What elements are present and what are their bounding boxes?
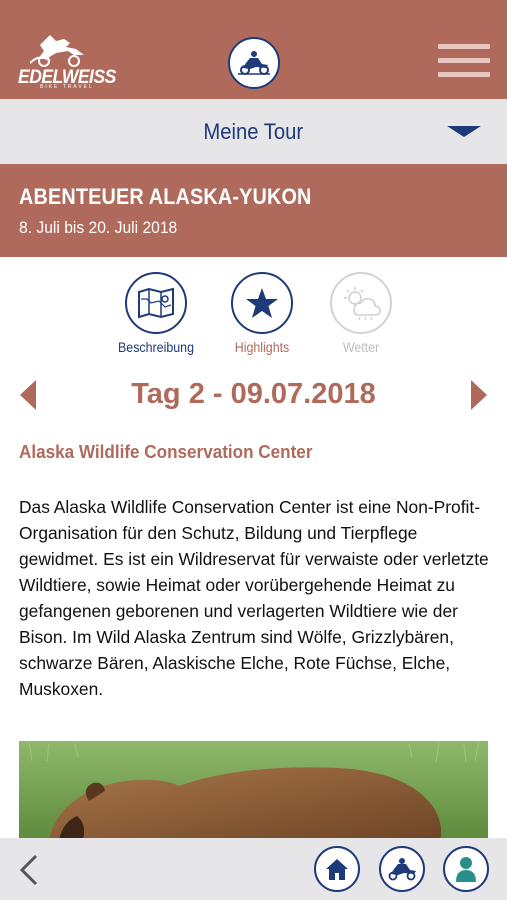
app-header: EDELWEISS BIKE TRAVEL	[0, 0, 507, 99]
motorcycle-rider-icon[interactable]	[228, 37, 280, 89]
next-day-arrow-icon[interactable]	[471, 380, 487, 410]
hamburger-menu-icon[interactable]	[438, 44, 490, 80]
highlight-photo	[19, 741, 488, 840]
highlight-title: Alaska Wildlife Conservation Center	[19, 442, 313, 462]
tab-wetter[interactable]: Wetter	[311, 272, 411, 355]
tab-beschreibung[interactable]: Beschreibung	[106, 272, 206, 355]
tab-label: Highlights	[234, 340, 290, 355]
section-tabs: Beschreibung Highlights Wetter	[0, 272, 507, 362]
chevron-down-icon[interactable]	[447, 126, 481, 137]
day-title: Tag 2 - 09.07.2018	[131, 378, 376, 410]
user-icon[interactable]	[443, 846, 489, 892]
tour-header: ABENTEUER ALASKA-YUKON 8. Juli bis 20. J…	[0, 164, 507, 257]
map-icon	[125, 272, 187, 334]
tour-selector-label: Meine Tour	[203, 118, 304, 144]
highlight-description: Das Alaska Wildlife Conservation Center …	[19, 497, 489, 699]
day-navigation: Tag 2 - 09.07.2018	[0, 372, 507, 418]
home-icon[interactable]	[314, 846, 360, 892]
tab-label: Wetter	[342, 340, 380, 355]
tour-dates: 8. Juli bis 20. Juli 2018	[19, 218, 178, 237]
bottom-navigation	[0, 838, 507, 900]
tab-label: Beschreibung	[118, 340, 194, 355]
tour-title: ABENTEUER ALASKA-YUKON	[19, 184, 312, 209]
weather-icon	[330, 272, 392, 334]
star-icon	[231, 272, 293, 334]
tour-selector[interactable]: Meine Tour	[0, 99, 507, 164]
tab-highlights[interactable]: Highlights	[212, 272, 312, 355]
logo-rider-icon	[30, 35, 84, 67]
edelweiss-logo[interactable]: EDELWEISS BIKE TRAVEL	[18, 33, 116, 90]
logo-tagline: BIKE TRAVEL	[40, 84, 94, 90]
back-chevron-icon[interactable]	[14, 852, 44, 888]
motorcycle-rider-icon[interactable]	[379, 846, 425, 892]
